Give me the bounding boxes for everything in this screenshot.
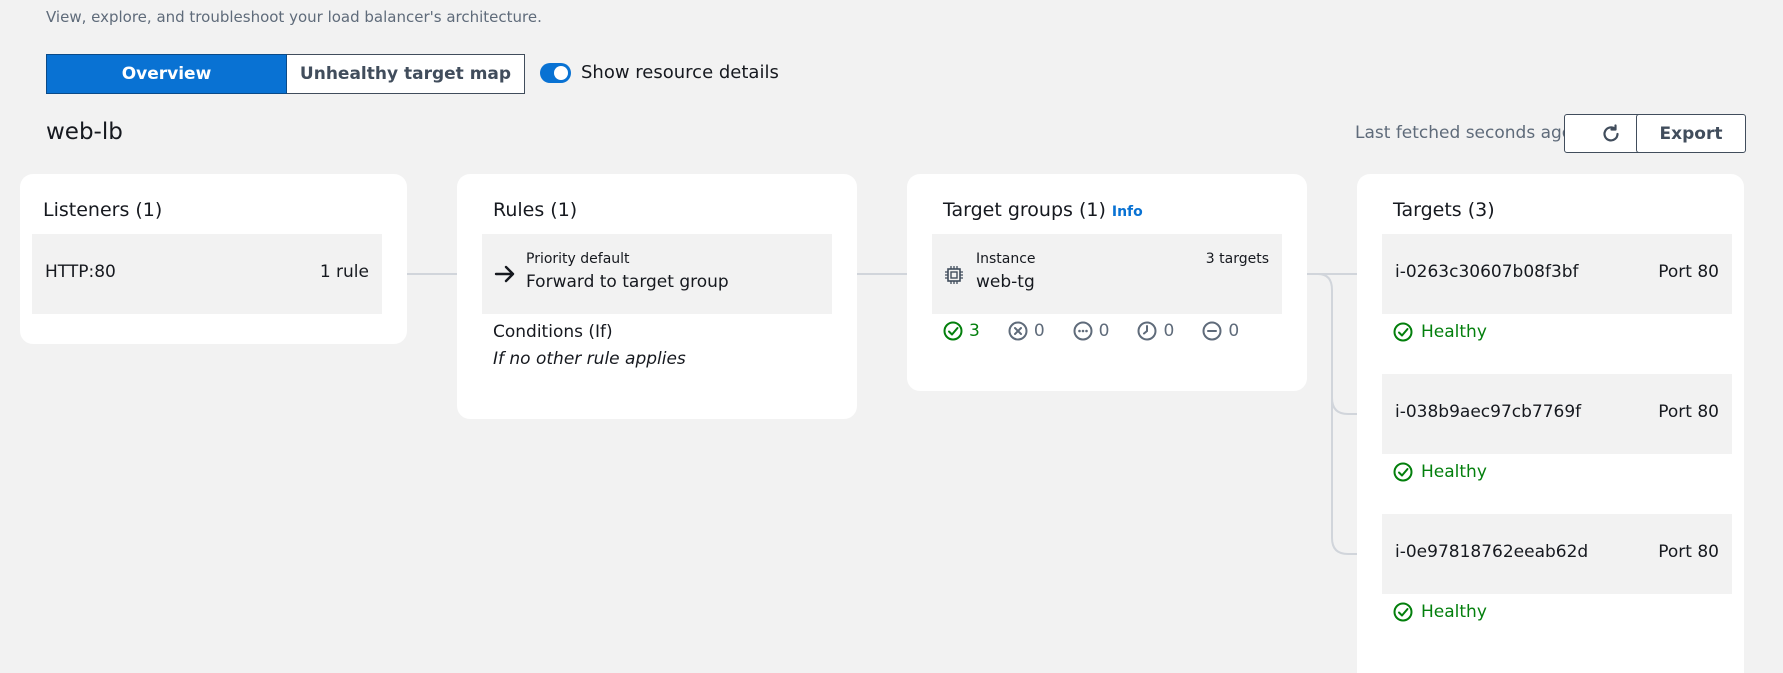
listener-name: HTTP:80	[45, 262, 116, 282]
target-group-count: 3 targets	[1205, 251, 1269, 267]
conditions-value: If no other rule applies	[493, 349, 686, 369]
listeners-title: Listeners (1)	[43, 199, 163, 221]
listener-row[interactable]: HTTP:80 1 rule	[32, 234, 382, 314]
status-unhealthy: 0	[1008, 321, 1045, 341]
target-status-summary: 3 0 0 0 0	[943, 321, 1239, 341]
unhealthy-icon	[1008, 321, 1028, 341]
target-row[interactable]: i-0263c30607b08f3bf Port 80	[1382, 234, 1732, 314]
healthy-count: 3	[969, 321, 980, 341]
unhealthy-count: 0	[1033, 321, 1045, 341]
pending-count: 0	[1163, 321, 1175, 341]
target-status-label: Healthy	[1421, 322, 1487, 342]
rules-card: Rules (1) Priority default Forward to ta…	[457, 174, 857, 419]
target-id: i-0263c30607b08f3bf	[1395, 262, 1579, 282]
info-link[interactable]: Info	[1112, 204, 1143, 220]
target-port: Port 80	[1658, 402, 1719, 422]
target-status: Healthy	[1393, 602, 1487, 622]
target-group-type: Instance	[976, 251, 1036, 267]
target-group-row[interactable]: Instance web-tg 3 targets	[932, 234, 1282, 314]
healthy-icon	[1393, 322, 1413, 342]
arrow-right-icon	[494, 265, 515, 283]
target-groups-title: Target groups (1) Info	[943, 199, 1143, 221]
target-id: i-0e97818762eeab62d	[1395, 542, 1589, 562]
rules-title: Rules (1)	[493, 199, 578, 221]
listener-rule-count: 1 rule	[319, 262, 369, 282]
healthy-icon	[1393, 602, 1413, 622]
listeners-card: Listeners (1) HTTP:80 1 rule	[20, 174, 407, 344]
unused-icon	[1073, 321, 1093, 341]
target-status: Healthy	[1393, 462, 1487, 482]
target-status: Healthy	[1393, 322, 1487, 342]
chip-icon	[945, 266, 963, 284]
target-row[interactable]: i-0e97818762eeab62d Port 80	[1382, 514, 1732, 594]
target-groups-title-text: Target groups (1)	[943, 199, 1106, 221]
target-status-label: Healthy	[1421, 462, 1487, 482]
pending-icon	[1137, 321, 1157, 341]
rule-action: Forward to target group	[526, 272, 729, 292]
status-pending: 0	[1137, 321, 1174, 341]
target-port: Port 80	[1658, 542, 1719, 562]
draining-icon	[1202, 321, 1222, 341]
target-status-label: Healthy	[1421, 602, 1487, 622]
target-row[interactable]: i-038b9aec97cb7769f Port 80	[1382, 374, 1732, 454]
rule-row[interactable]: Priority default Forward to target group	[482, 234, 832, 314]
status-draining: 0	[1202, 321, 1239, 341]
status-healthy: 3	[943, 321, 980, 341]
healthy-icon	[943, 321, 963, 341]
conditions-label: Conditions (If)	[493, 322, 613, 342]
targets-title: Targets (3)	[1393, 199, 1495, 221]
target-group-name: web-tg	[976, 272, 1035, 292]
healthy-icon	[1393, 462, 1413, 482]
target-groups-card: Target groups (1) Info Instance web-tg 3 …	[907, 174, 1307, 391]
status-unused: 0	[1073, 321, 1110, 341]
unused-count: 0	[1098, 321, 1110, 341]
targets-card: Targets (3) i-0263c30607b08f3bf Port 80 …	[1357, 174, 1744, 673]
draining-count: 0	[1228, 321, 1240, 341]
target-port: Port 80	[1658, 262, 1719, 282]
target-id: i-038b9aec97cb7769f	[1395, 402, 1582, 422]
rule-priority: Priority default	[526, 251, 630, 267]
